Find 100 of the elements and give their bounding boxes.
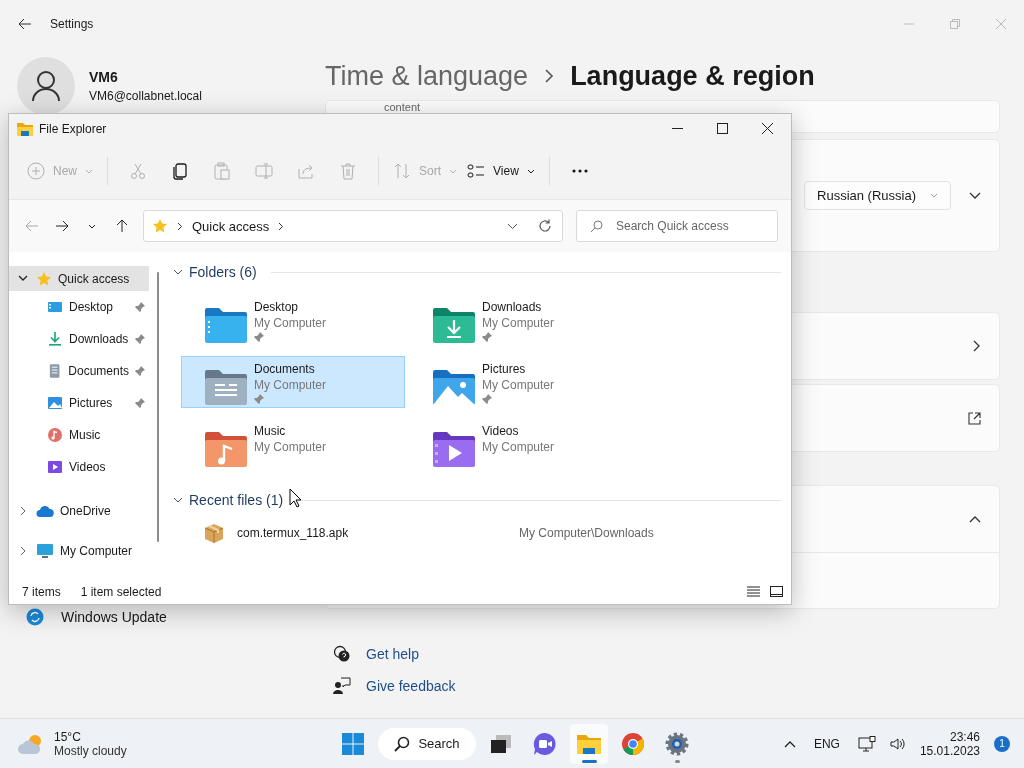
folder-tile[interactable]: Documents My Computer xyxy=(181,356,405,408)
pin-icon xyxy=(254,394,264,404)
language-dropdown[interactable]: Russian (Russia) xyxy=(804,181,951,210)
pin-icon xyxy=(135,302,145,312)
arrow-up-icon xyxy=(116,219,128,233)
search-icon xyxy=(590,220,603,233)
weather-condition: Mostly cloudy xyxy=(54,743,127,758)
chat-icon xyxy=(533,731,557,756)
tree-item[interactable]: Videos xyxy=(9,451,149,483)
expanded-chevron-icon[interactable] xyxy=(18,275,28,282)
language-indicator[interactable]: ENG xyxy=(813,736,840,751)
network-icon[interactable] xyxy=(857,735,876,752)
chevron-right-icon[interactable] xyxy=(973,340,981,352)
details-view-icon[interactable] xyxy=(747,586,760,597)
group-header: Folders (6) xyxy=(189,264,257,280)
pin-icon xyxy=(135,366,145,376)
nav-item[interactable]: Windows Update xyxy=(26,608,325,626)
refresh-icon[interactable] xyxy=(538,219,552,233)
chevron-right-icon xyxy=(544,69,555,83)
copy-icon xyxy=(171,162,189,180)
collapsed-chevron-icon[interactable] xyxy=(18,545,28,556)
caret-icon xyxy=(85,168,93,174)
chevron-down-icon[interactable] xyxy=(969,191,981,200)
pin-icon xyxy=(135,398,145,408)
caret-icon xyxy=(88,223,96,229)
cut-icon xyxy=(129,162,147,180)
tree-item[interactable]: Downloads xyxy=(9,323,149,355)
update-icon xyxy=(26,608,44,626)
path-segment[interactable]: Quick access xyxy=(192,218,270,234)
chevron-up-icon[interactable] xyxy=(783,739,796,748)
folder-icon xyxy=(576,732,602,755)
chevron-right-icon xyxy=(278,221,285,231)
user-email: VM6@collabnet.local xyxy=(89,89,202,103)
tree-item[interactable]: Pictures xyxy=(9,387,149,419)
link[interactable]: Get help xyxy=(366,646,419,662)
pin-icon xyxy=(482,332,492,342)
help-icon xyxy=(333,645,351,663)
folder-tile[interactable]: Downloads My Computer xyxy=(409,294,633,346)
computer-icon xyxy=(36,542,54,559)
search-field[interactable]: Search Quick access xyxy=(576,210,778,242)
plus-icon xyxy=(27,162,45,180)
tree-item[interactable]: My Computer xyxy=(9,538,149,563)
tree-item[interactable]: Desktop xyxy=(9,291,149,323)
window-title: Settings xyxy=(50,17,94,31)
arrow-right-icon xyxy=(55,220,69,232)
breadcrumb-item[interactable]: Time & language xyxy=(325,60,529,92)
pictures-folder-icon xyxy=(432,368,476,406)
address-bar[interactable]: Quick access xyxy=(143,210,563,242)
card-text: content xyxy=(384,101,421,113)
file-explorer-button[interactable] xyxy=(570,723,608,764)
folder-icon xyxy=(17,121,33,136)
notification-badge[interactable]: 1 xyxy=(994,735,1010,752)
chevron-right-icon xyxy=(177,221,183,231)
external-link-icon[interactable] xyxy=(968,411,981,425)
folder-tile[interactable]: Music My Computer xyxy=(181,418,405,470)
music-icon xyxy=(47,427,63,443)
back-arrow-icon[interactable] xyxy=(18,18,32,30)
folder-tile[interactable]: Pictures My Computer xyxy=(409,356,633,408)
chevron-up-icon[interactable] xyxy=(969,515,981,523)
browser-icon xyxy=(621,731,645,756)
file-path: My Computer\Downloads xyxy=(519,526,654,540)
file-name[interactable]: com.termux_118.apk xyxy=(237,526,507,540)
tree-item[interactable]: Documents xyxy=(9,355,149,387)
search-icon xyxy=(394,735,411,752)
clock[interactable]: 23:46 15.01.2023 xyxy=(919,729,980,758)
tree-item[interactable]: Quick access xyxy=(9,266,149,291)
task-view-icon xyxy=(490,733,512,754)
folder-tile[interactable]: Videos My Computer xyxy=(409,418,633,470)
tree-item[interactable]: OneDrive xyxy=(9,498,149,523)
star-icon xyxy=(152,218,168,234)
view-button[interactable]: View xyxy=(463,153,539,189)
desktop-folder-icon xyxy=(204,306,248,344)
speaker-icon[interactable] xyxy=(889,736,906,751)
breadcrumb-item: Language & region xyxy=(570,60,815,92)
caret-icon xyxy=(930,193,938,198)
tiles-view-icon[interactable] xyxy=(770,586,783,597)
collapsed-chevron-icon[interactable] xyxy=(18,505,28,516)
dropdown-icon[interactable] xyxy=(507,222,518,230)
downloads-folder-icon xyxy=(432,306,476,344)
arrow-left-icon xyxy=(25,220,39,232)
mouse-pointer-icon xyxy=(289,488,302,508)
delete-icon xyxy=(339,162,357,180)
tree-item[interactable]: Music xyxy=(9,419,149,451)
collapse-chevron-icon[interactable] xyxy=(173,268,183,276)
item-count: 7 items xyxy=(22,584,61,599)
video-icon xyxy=(47,459,63,475)
picture-icon xyxy=(47,395,63,411)
pin-icon xyxy=(254,332,264,342)
documents-folder-icon xyxy=(204,368,248,406)
link[interactable]: Give feedback xyxy=(366,678,456,694)
maximize-icon[interactable] xyxy=(717,123,728,134)
close-icon[interactable] xyxy=(762,123,773,134)
search-button[interactable]: Search xyxy=(378,727,476,760)
scrollbar-thumb[interactable] xyxy=(157,272,159,542)
rename-icon xyxy=(255,162,273,180)
pin-icon xyxy=(482,394,492,404)
group-header: Recent files (1) xyxy=(189,492,284,508)
folder-tile[interactable]: Desktop My Computer xyxy=(181,294,405,346)
collapse-chevron-icon[interactable] xyxy=(173,496,183,504)
selection-count: 1 item selected xyxy=(80,584,162,599)
